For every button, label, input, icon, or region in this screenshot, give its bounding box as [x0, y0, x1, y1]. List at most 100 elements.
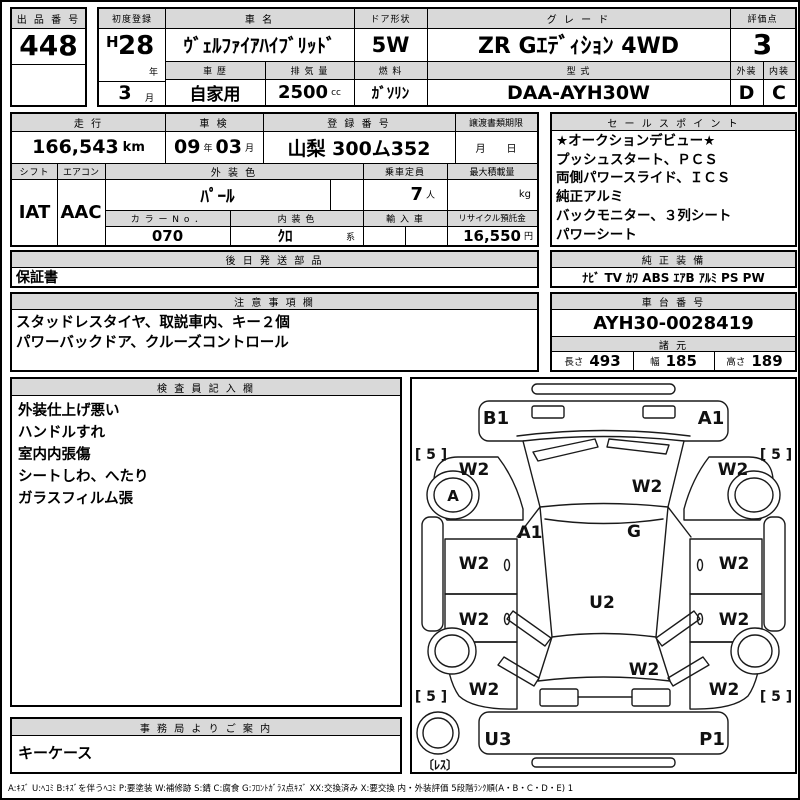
score-value: 3	[730, 29, 795, 60]
recycle-deposit-label: リサイクル預託金	[447, 210, 537, 226]
registration-number-label: 登 録 番 号	[263, 114, 455, 131]
marker-rear-right-tire: [ 5 ]	[760, 689, 792, 705]
marker-left-slide-door: W2	[459, 610, 490, 630]
car-name-value: ｳﾞｪﾙﾌｧｲｱﾊｲﾌﾞﾘｯﾄﾞ	[165, 30, 354, 59]
inspector-notes-text: 外装仕上げ悪い ハンドルすれ 室内内張傷 シートしわ、へたり ガラスフィルム張	[18, 400, 394, 510]
capacity-value: 7人	[363, 179, 447, 210]
score-label: 評価点	[730, 9, 795, 28]
sales-points-text: ★オークションデビュー★ プッシュスタート、ＰＣＳ 両側パワースライド、ＩＣＳ …	[556, 132, 793, 244]
history-value: 自家用	[165, 80, 265, 105]
marker-front-left-fender: W2	[459, 460, 490, 480]
marker-rear-window: W2	[629, 660, 660, 680]
marker-spare-tire: 〔ﾚｽ〕	[422, 757, 458, 772]
auction-number-value: 448	[12, 29, 85, 62]
front-bumper-shape	[479, 401, 728, 441]
first-registration-year-unit: 年	[149, 65, 158, 78]
displacement-value: 2500cc	[265, 80, 354, 105]
door-shape-value: 5W	[354, 30, 427, 59]
inspector-notes-box: 検 査 員 記 入 欄 外装仕上げ悪い ハンドルすれ 室内内張傷 シートしわ、へ…	[10, 377, 402, 707]
rear-garnish-shape	[532, 758, 675, 767]
first-registration-month-unit: 月	[145, 91, 154, 104]
marker-rear-left-tire: [ 5 ]	[415, 689, 447, 705]
shift-label: シフト	[12, 163, 57, 179]
equipment-value: ﾅﾋﾞ TV ｶﾜ ABS ｴｱB ｱﾙﾐ PS PW	[552, 268, 795, 286]
cowl-line	[517, 431, 690, 437]
car-top-view-diagram: B1 A1 [ 5 ] [ 5 ] W2 W2 A W2 A1 G W2 W2 …	[412, 379, 795, 772]
cautions-box: 注 意 事 項 欄 スタッドレスタイヤ、取説車内、キー２個 パワーバックドア、ク…	[10, 292, 539, 372]
exterior-color-label: 外 装 色	[105, 163, 363, 179]
marker-rear-right-quarter: W2	[709, 680, 740, 700]
color-no-value: 070	[105, 226, 230, 245]
max-load-label: 最大積載量	[447, 163, 537, 179]
left-side-step-shape	[422, 517, 443, 631]
marker-windshield: W2	[632, 477, 663, 497]
interior-color-suffix: 系	[346, 230, 355, 243]
later-parts-value: 保証書	[16, 268, 416, 286]
first-registration-era: H	[106, 33, 119, 51]
later-parts-label: 後 日 発 送 部 品	[12, 252, 537, 267]
color-no-label: カ ラ ー N o ．	[105, 210, 230, 226]
right-d-pillar-shape	[656, 611, 700, 646]
registration-number-value: 山梨 300ム352	[263, 133, 455, 161]
interior-color-label: 内 装 色	[230, 210, 363, 226]
office-info-box: 事 務 局 よ り ご 案 内 キーケース	[10, 717, 402, 774]
marker-front-bumper-left: B1	[483, 408, 509, 429]
left-rear-pillar-shape	[498, 657, 539, 686]
marker-front-left-door: W2	[459, 554, 490, 574]
right-a-pillar-line	[668, 507, 691, 537]
rear-plate-right-shape	[632, 689, 670, 706]
history-label: 車 歴	[165, 62, 265, 78]
recycle-deposit-value: 16,550円	[447, 226, 537, 245]
marker-front-left-wheel: A	[447, 487, 459, 505]
marker-roof-center: U2	[589, 593, 615, 613]
front-left-door-handle	[505, 560, 510, 571]
grade-value: ZR Gｴﾃﾞｨｼｮﾝ 4WD	[427, 29, 730, 59]
inspector-notes-label: 検 査 員 記 入 欄	[12, 379, 400, 395]
shift-value: IAT	[12, 179, 57, 245]
right-headlight-shape	[643, 406, 675, 418]
marker-front-right-fender: W2	[718, 460, 749, 480]
auction-number-label: 出 品 番 号	[12, 9, 85, 28]
marker-front-right-tire: [ 5 ]	[760, 447, 792, 463]
right-side-step-shape	[764, 517, 785, 631]
auction-sheet: 出 品 番 号 448 初度登録 H 28 年 3 月 車 名 ｳﾞｪﾙﾌｧｲｱ…	[0, 0, 800, 800]
sales-points-label: セ ー ル ス ポ イ ン ト	[552, 114, 795, 130]
first-registration-label: 初度登録	[99, 9, 165, 28]
transfer-deadline-value: 月日	[455, 133, 537, 161]
model-code-label: 型 式	[427, 62, 730, 78]
marker-front-left-tire: [ 5 ]	[415, 447, 447, 463]
marker-rear-left-quarter: W2	[469, 680, 500, 700]
inspection-label: 車 検	[165, 114, 263, 131]
fuel-label: 燃 料	[354, 62, 427, 78]
cautions-text: スタッドレスタイヤ、取説車内、キー２個 パワーバックドア、クルーズコントロール	[16, 313, 533, 353]
rear-plate-left-shape	[540, 689, 578, 706]
left-d-pillar-shape	[507, 611, 551, 646]
inspection-value: 09年 03月	[165, 133, 263, 161]
equipment-label: 純 正 装 備	[552, 252, 795, 267]
office-info-label: 事 務 局 よ り ご 案 内	[12, 719, 400, 735]
vehicle-info-table: 初度登録 H 28 年 3 月 車 名 ｳﾞｪﾙﾌｧｲｱﾊｲﾌﾞﾘｯﾄﾞ 車 歴…	[97, 7, 797, 107]
dimensions-label: 諸 元	[552, 337, 795, 351]
marker-rear-bumper-right: P1	[699, 729, 725, 750]
sales-points-box: セ ー ル ス ポ イ ン ト ★オークションデビュー★ プッシュスタート、ＰＣ…	[550, 112, 797, 247]
chassis-number-label: 車 台 番 号	[552, 294, 795, 309]
import-car-label: 輸 入 車	[363, 210, 447, 226]
chassis-number-value: AYH30-0028419	[552, 310, 795, 336]
front-garnish-shape	[532, 384, 675, 394]
left-headlight-shape	[532, 406, 564, 418]
capacity-label: 乗車定員	[363, 163, 447, 179]
right-rear-pillar-shape	[668, 657, 709, 686]
marker-rear-bumper-left: U3	[484, 729, 511, 750]
fuel-value: ｶﾞｿﾘﾝ	[354, 80, 427, 105]
interior-grade-label: 内装	[763, 62, 795, 78]
roof-front-curve	[545, 519, 663, 524]
damage-code-legend: A:ｷｽﾞ U:ﾍｺﾐ B:ｷｽﾞを伴うﾍｺﾐ P:要塗装 W:補修跡 S:錆 …	[8, 782, 796, 794]
exterior-grade-label: 外装	[730, 62, 763, 78]
cautions-label: 注 意 事 項 欄	[12, 294, 537, 309]
interior-color-value: ｸﾛ	[230, 226, 340, 245]
aircon-value: AAC	[57, 179, 105, 245]
grade-label: グ レ ー ド	[427, 9, 730, 28]
dimension-length: 長さ493	[552, 352, 633, 370]
door-shape-label: ドア形状	[354, 9, 427, 28]
equipment-box: 純 正 装 備 ﾅﾋﾞ TV ｶﾜ ABS ｴｱB ｱﾙﾐ PS PW	[550, 250, 797, 288]
